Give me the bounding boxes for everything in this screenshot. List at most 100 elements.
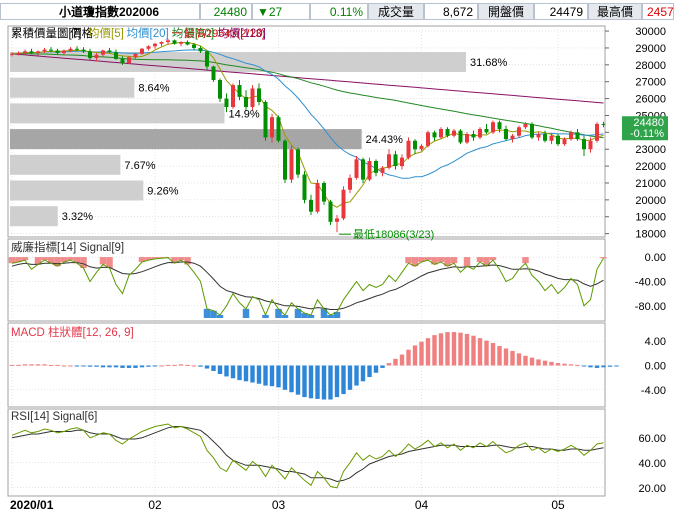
candle-body (133, 53, 138, 58)
candle-body (315, 182, 320, 212)
macd-bar (178, 364, 184, 366)
macd-bar (100, 365, 106, 368)
candle-body (159, 42, 164, 44)
legend-item: 均價[5] (88, 26, 124, 40)
price-chart[interactable]: 1800019000200002100022000230002400025000… (0, 24, 674, 515)
high-value: 2457 (642, 3, 674, 20)
rsi-tick-label: 20.00 (638, 483, 666, 495)
candle-body (16, 53, 21, 55)
volume-profile-bar (10, 103, 225, 124)
macd-bar (269, 365, 275, 387)
candle-body (107, 50, 112, 53)
candle-body (185, 42, 190, 45)
macd-bar (48, 364, 54, 366)
macd-bar (328, 365, 333, 400)
rsi-title: RSI[14] Signal[6] (11, 411, 97, 423)
macd-bar (503, 348, 509, 366)
candle-body (484, 128, 489, 133)
candle-body (62, 50, 66, 54)
macd-bar (555, 363, 561, 366)
macd-bar (354, 365, 359, 386)
macd-bar (126, 365, 132, 368)
candle-body (270, 117, 274, 138)
macd-bar (159, 365, 164, 367)
candle-body (328, 201, 333, 222)
candle-body (250, 88, 255, 108)
candle-body (211, 66, 216, 81)
price-tick-label: 22000 (635, 161, 666, 173)
last-price: 24480 (200, 3, 252, 20)
macd-tick-label: 0.00 (645, 361, 666, 373)
legend-item: 均價[120] (217, 26, 266, 40)
williams-oversold-fill (203, 308, 211, 318)
x-tick-label: 02 (148, 498, 162, 512)
macd-bar (289, 365, 294, 393)
candle-body (458, 130, 463, 143)
macd-bar (347, 365, 353, 390)
macd-bar (360, 365, 366, 382)
candle-body (471, 134, 476, 138)
volume-profile-label: 3.32% (62, 211, 93, 223)
macd-bar (87, 365, 93, 367)
candle-body (172, 40, 177, 44)
williams-overbought-fill (99, 257, 107, 265)
macd-bar (256, 365, 262, 384)
volume-profile-bar (10, 180, 144, 201)
macd-bar (29, 364, 34, 366)
williams-oversold-fill (320, 308, 328, 318)
macd-bar (568, 364, 574, 366)
macd-bar (315, 365, 320, 399)
open-value: 24479 (534, 3, 588, 20)
volume-profile-bar (10, 154, 121, 175)
candle-body (491, 122, 495, 133)
macd-bar (68, 365, 73, 367)
rsi-panel (7, 408, 606, 497)
candle-body (179, 42, 183, 44)
williams-overbought-fill (437, 257, 445, 262)
macd-bar (477, 338, 483, 366)
candle-body (309, 199, 313, 212)
macd-bar (380, 365, 385, 368)
volume-profile-label: 24.43% (366, 134, 404, 146)
macd-bar (185, 364, 190, 366)
volume-profile-bar (10, 77, 135, 98)
macd-bar (237, 365, 242, 381)
candle-body (575, 132, 580, 140)
williams-tick-label: -80.00 (635, 301, 666, 313)
candle-body (569, 132, 573, 140)
volume-profile-bar (10, 206, 58, 227)
high-label: 最高價 (588, 3, 642, 20)
macd-bar (276, 365, 281, 388)
candle-body (49, 49, 53, 51)
macd-bar (146, 365, 151, 367)
macd-bar (542, 360, 548, 366)
macd-bar (497, 346, 502, 366)
quote-info-bar: 小道瓊指數202006 24480 ▼27 0.11% 成交量 8,672 開盤… (0, 0, 674, 24)
candle-body (296, 149, 300, 175)
price-change: ▼27 (252, 3, 310, 20)
macd-bar (133, 365, 138, 368)
price-change-pct: 0.11% (310, 3, 368, 20)
macd-bar (191, 365, 197, 367)
legend-item: 均價[20] (127, 26, 169, 40)
candle-body (81, 49, 86, 52)
williams-overbought-fill (463, 257, 471, 267)
volume-label: 成交量 (368, 3, 424, 20)
macd-bar (419, 341, 424, 366)
candle-body (322, 182, 326, 202)
macd-bar (393, 358, 398, 366)
williams-overbought-fill (450, 257, 458, 264)
candle-body (439, 128, 443, 138)
macd-bar (165, 364, 171, 366)
x-tick-label: 04 (415, 498, 429, 512)
candle-body (452, 130, 456, 136)
candle-body (302, 174, 307, 200)
macd-tick-label: -4.00 (641, 385, 666, 397)
macd-bar (55, 364, 60, 366)
macd-bar (549, 361, 554, 366)
low-annotation: 最低18086(3/23) (353, 228, 434, 241)
price-tick-label: 23000 (635, 144, 666, 156)
candle-body (406, 140, 411, 158)
candle-body (283, 140, 287, 180)
candle-body (536, 134, 541, 138)
